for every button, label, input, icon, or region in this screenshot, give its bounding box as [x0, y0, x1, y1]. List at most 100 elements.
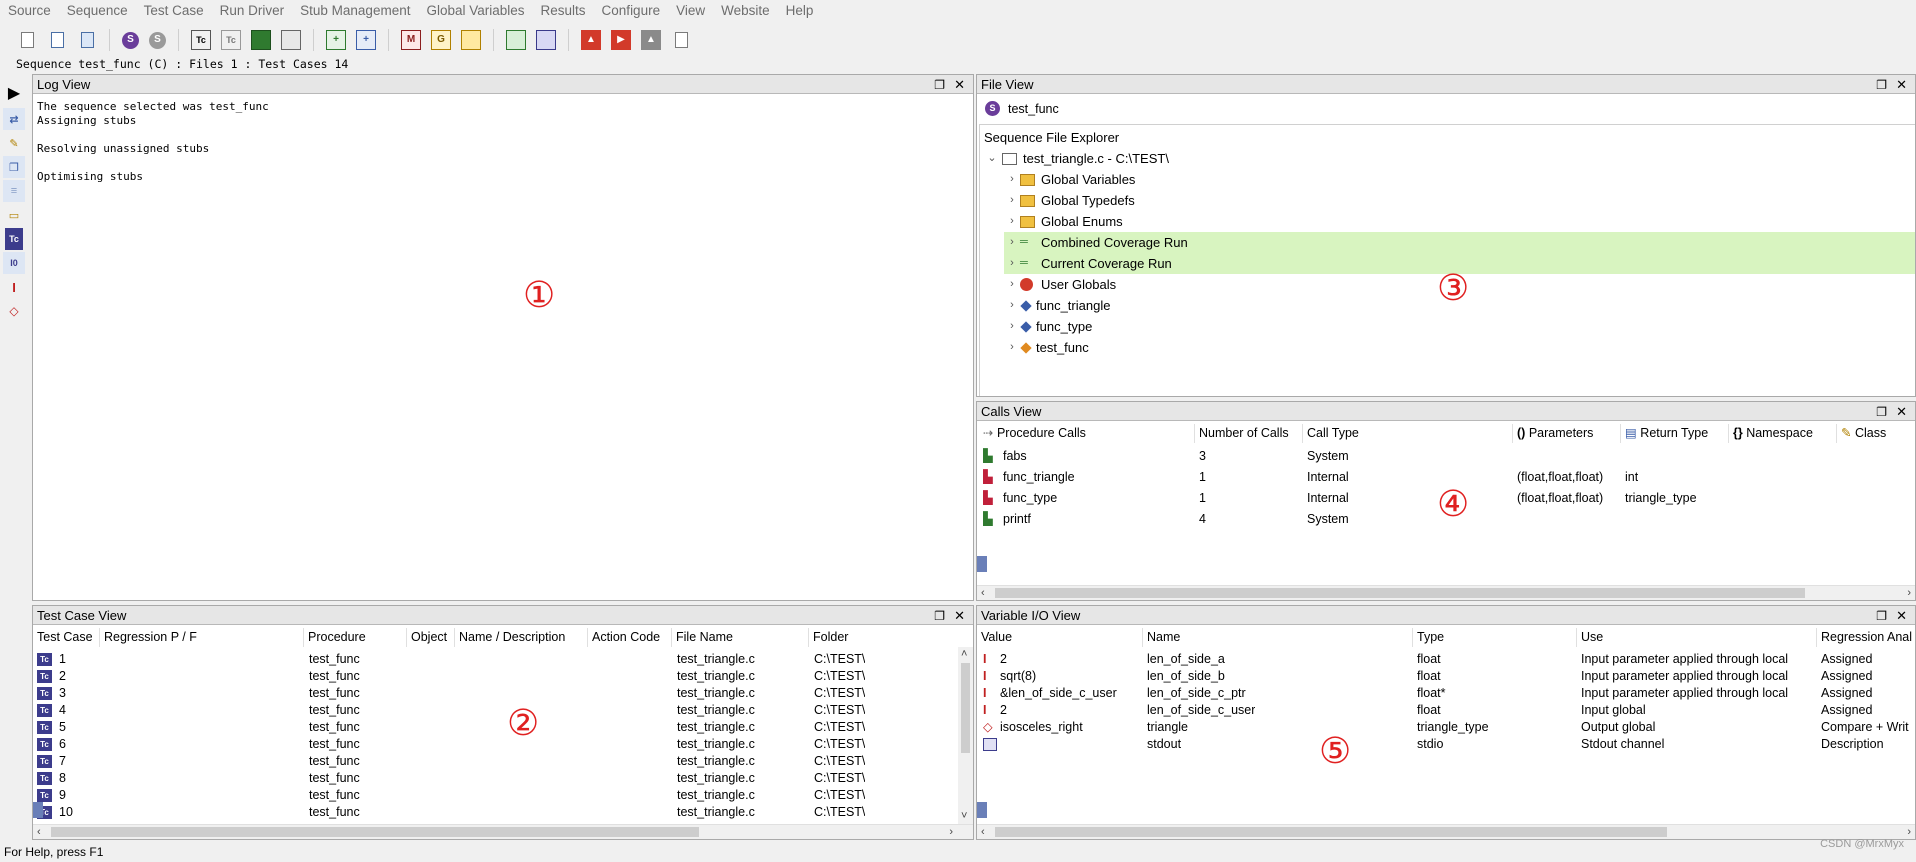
chevron-right-icon[interactable]: ›	[1004, 211, 1020, 232]
splitter-handle[interactable]	[977, 556, 987, 572]
step-icon[interactable]: ⇄	[3, 108, 25, 130]
notes-icon[interactable]	[671, 30, 691, 50]
table-row[interactable]: Tc 1 test_func test_triangle.c C:\TEST\	[33, 651, 957, 668]
chevron-right-icon[interactable]: ›	[1004, 253, 1020, 274]
list-icon[interactable]: ≡	[3, 180, 25, 202]
run-disabled-icon[interactable]: ▲	[641, 30, 661, 50]
close-icon[interactable]: ✕	[954, 606, 965, 625]
paste-icon[interactable]	[77, 30, 97, 50]
table-row[interactable]: Tc 6 test_func test_triangle.c C:\TEST\	[33, 736, 957, 753]
scroll-up-icon[interactable]: ˄	[961, 647, 967, 661]
close-icon[interactable]: ✕	[1896, 75, 1907, 94]
add-stub-icon[interactable]: +	[326, 30, 346, 50]
sequence-copy-icon[interactable]: S	[149, 31, 166, 49]
restore-icon[interactable]: ❐	[934, 75, 945, 94]
document-blue-icon[interactable]	[536, 30, 556, 50]
report-icon[interactable]	[461, 30, 481, 50]
horizontal-scrollbar[interactable]: ‹ ›	[33, 824, 973, 839]
tree-item-user-globals[interactable]: › User Globals	[1004, 274, 1116, 295]
chevron-right-icon[interactable]: ›	[1004, 316, 1020, 337]
table-row[interactable]: Tc 8 test_func test_triangle.c C:\TEST\	[33, 770, 957, 787]
table-row[interactable]: Tc 3 test_func test_triangle.c C:\TEST\	[33, 685, 957, 702]
input-icon[interactable]: I	[3, 276, 25, 298]
scroll-thumb[interactable]	[51, 827, 699, 837]
close-icon[interactable]: ✕	[1896, 606, 1907, 625]
call-proc[interactable]: fabs	[1003, 448, 1027, 465]
menu-item-sequence[interactable]: Sequence	[59, 0, 136, 22]
column-header[interactable]: Number of Calls	[1195, 424, 1303, 443]
io-icon[interactable]: I0	[3, 252, 25, 274]
table-row[interactable]: stdout stdio Stdout channel Description	[977, 736, 1915, 753]
generate-icon[interactable]: G	[431, 30, 451, 50]
call-proc[interactable]: func_triangle	[1003, 469, 1075, 486]
column-header[interactable]: Value	[977, 628, 1143, 647]
table-row[interactable]: ◇ isosceles_right triangle triangle_type Out…	[977, 719, 1915, 736]
menu-item-stub-management[interactable]: Stub Management	[292, 0, 418, 22]
scroll-right-icon[interactable]: ›	[949, 825, 953, 839]
column-header[interactable]: Folder	[809, 628, 959, 647]
restore-icon[interactable]: ❐	[1876, 606, 1887, 625]
matrix-icon[interactable]: M	[401, 30, 421, 50]
folder-icon[interactable]: ▭	[3, 204, 25, 226]
scroll-right-icon[interactable]: ›	[1907, 586, 1911, 600]
tree-item-func-triangle[interactable]: › func_triangle	[1004, 295, 1110, 316]
close-icon[interactable]: ✕	[954, 75, 965, 94]
add-global-icon[interactable]: +	[356, 30, 376, 50]
column-header[interactable]: Use	[1577, 628, 1817, 647]
column-header[interactable]: ✎ Class	[1837, 424, 1915, 443]
column-header[interactable]: Call Type	[1303, 424, 1513, 443]
menu-item-test-case[interactable]: Test Case	[136, 0, 212, 22]
splitter-handle[interactable]	[977, 802, 987, 818]
chevron-right-icon[interactable]: ›	[1004, 232, 1020, 253]
scroll-thumb[interactable]	[995, 827, 1667, 837]
copy-icon[interactable]	[47, 30, 67, 50]
menu-item-results[interactable]: Results	[533, 0, 594, 22]
edit-icon[interactable]: ✎	[3, 132, 25, 154]
chevron-right-icon[interactable]: ›	[1004, 337, 1020, 358]
output-icon[interactable]: ◇	[3, 300, 25, 322]
tree-item-global-typedefs[interactable]: › Global Typedefs	[1004, 190, 1135, 211]
run-red-icon[interactable]: ▲	[581, 30, 601, 50]
close-icon[interactable]: ✕	[1896, 402, 1907, 421]
chevron-right-icon[interactable]: ›	[1004, 274, 1020, 295]
column-header[interactable]: {} Namespace	[1729, 424, 1837, 443]
sequence-tab[interactable]: S test_func	[985, 101, 1059, 116]
chevron-right-icon[interactable]: ›	[1004, 295, 1020, 316]
export-icon[interactable]	[251, 30, 271, 50]
splitter-handle[interactable]	[33, 802, 43, 818]
run-driver-icon[interactable]: ▶	[611, 30, 631, 50]
tree-item-combined-coverage-run[interactable]: › ═ Combined Coverage Run	[1004, 232, 1915, 253]
chevron-right-icon[interactable]: ›	[1004, 190, 1020, 211]
scroll-right-icon[interactable]: ›	[1907, 825, 1911, 839]
column-header[interactable]: Object	[407, 628, 455, 647]
tree-root[interactable]: ⌄ test_triangle.c - C:\TEST\	[984, 148, 1169, 169]
table-row[interactable]: I 2 len_of_side_a float Input parameter appl…	[977, 651, 1915, 668]
column-header[interactable]: Action Code	[588, 628, 672, 647]
menu-item-run-driver[interactable]: Run Driver	[212, 0, 293, 22]
scroll-left-icon[interactable]: ‹	[37, 825, 41, 839]
menu-item-view[interactable]: View	[668, 0, 713, 22]
chevron-down-icon[interactable]: ⌄	[984, 148, 1000, 169]
document-green-icon[interactable]	[506, 30, 526, 50]
horizontal-scrollbar[interactable]: ‹ ›	[977, 585, 1915, 600]
new-file-icon[interactable]	[17, 30, 37, 50]
test-case-icon[interactable]: Tc	[5, 228, 23, 250]
tree-item-test-func[interactable]: › test_func	[1004, 337, 1089, 358]
tree-item-func-type[interactable]: › func_type	[1004, 316, 1092, 337]
menu-item-configure[interactable]: Configure	[594, 0, 669, 22]
call-proc[interactable]: func_type	[1003, 490, 1057, 507]
table-row[interactable]: Tc 2 test_func test_triangle.c C:\TEST\	[33, 668, 957, 685]
column-header[interactable]: Test Case	[33, 628, 100, 647]
restore-icon[interactable]: ❐	[1876, 402, 1887, 421]
menu-item-source[interactable]: Source	[0, 0, 59, 22]
scroll-down-icon[interactable]: ˅	[961, 809, 967, 823]
scroll-left-icon[interactable]: ‹	[981, 825, 985, 839]
menu-item-website[interactable]: Website	[713, 0, 778, 22]
run-icon[interactable]: ▶	[3, 82, 25, 104]
table-row[interactable]: Tc 9 test_func test_triangle.c C:\TEST\	[33, 787, 957, 804]
table-row[interactable]: I 2 len_of_side_c_user float Input global Ass…	[977, 702, 1915, 719]
scroll-thumb[interactable]	[961, 663, 970, 753]
column-header[interactable]: () Parameters	[1513, 424, 1621, 443]
column-header[interactable]: Name	[1143, 628, 1413, 647]
menu-item-global-variables[interactable]: Global Variables	[418, 0, 532, 22]
